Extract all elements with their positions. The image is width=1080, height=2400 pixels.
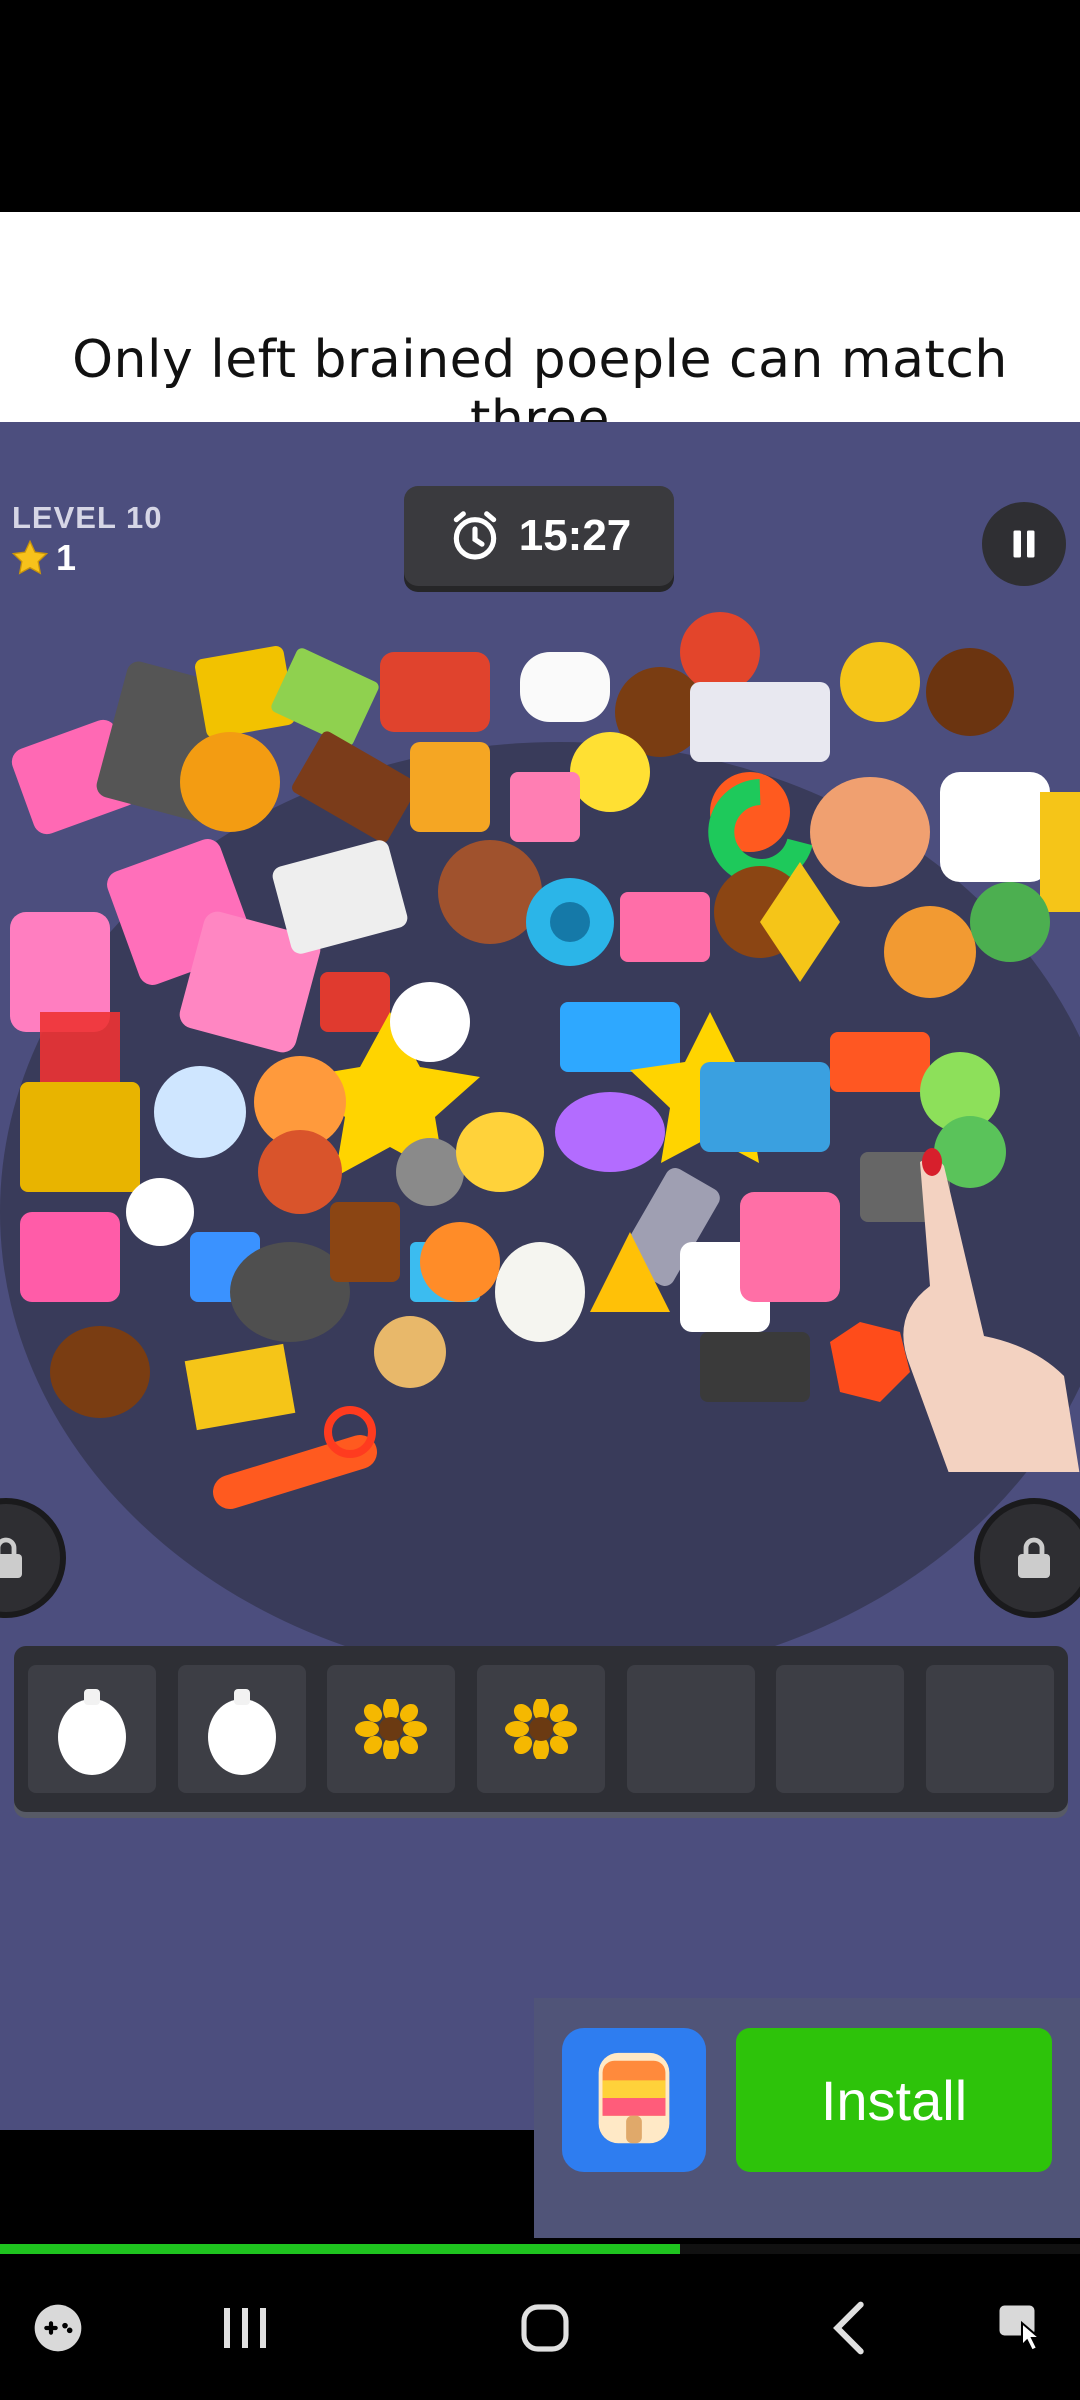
star-counter: 1 xyxy=(10,534,76,582)
timer-value: 15:27 xyxy=(518,511,632,560)
tray-slot[interactable] xyxy=(476,1665,605,1793)
star-count: 1 xyxy=(56,537,77,578)
sunflower-icon xyxy=(355,1699,428,1759)
egg-icon xyxy=(58,1689,126,1775)
back-button[interactable] xyxy=(804,2296,894,2360)
touch-icon xyxy=(999,2305,1043,2352)
match-tray xyxy=(14,1646,1068,1812)
recent-apps-icon xyxy=(224,2308,266,2348)
pause-button[interactable] xyxy=(982,502,1066,586)
popsicle-icon xyxy=(598,2052,670,2144)
recent-apps-button[interactable] xyxy=(200,2296,290,2360)
back-icon xyxy=(833,2301,864,2355)
system-nav-bar xyxy=(0,2262,1080,2400)
pause-icon xyxy=(1013,530,1035,558)
tray-slot-empty[interactable] xyxy=(925,1665,1054,1793)
home-button[interactable] xyxy=(500,2296,590,2360)
lock-icon xyxy=(1018,1537,1050,1578)
game-tools-button[interactable] xyxy=(26,2296,90,2360)
app-icon[interactable] xyxy=(562,2028,706,2172)
tray-slot[interactable] xyxy=(177,1665,306,1793)
level-label: LEVEL 10 xyxy=(12,500,163,535)
egg-icon xyxy=(207,1689,276,1775)
timer-panel: 15:27 xyxy=(404,486,674,586)
home-icon xyxy=(521,2304,569,2352)
accessibility-button[interactable] xyxy=(984,2292,1060,2364)
sunflower-icon xyxy=(504,1699,577,1759)
tray-slot-empty[interactable] xyxy=(776,1665,905,1793)
alarm-clock-icon xyxy=(453,511,496,560)
gamepad-icon xyxy=(34,2304,82,2352)
tray-slot[interactable] xyxy=(28,1665,156,1793)
pointing-hand-image xyxy=(903,1148,1080,1472)
lock-icon xyxy=(0,1537,22,1578)
star-icon xyxy=(11,539,49,575)
tray-slot-empty[interactable] xyxy=(626,1665,755,1793)
tray-slot[interactable] xyxy=(327,1665,456,1793)
game-screen[interactable]: LEVEL 10 1 15:27 xyxy=(0,422,1080,2130)
install-button[interactable]: Install xyxy=(736,2028,1052,2172)
top-black-bar xyxy=(0,0,1080,212)
video-progress-fill xyxy=(0,2244,681,2254)
